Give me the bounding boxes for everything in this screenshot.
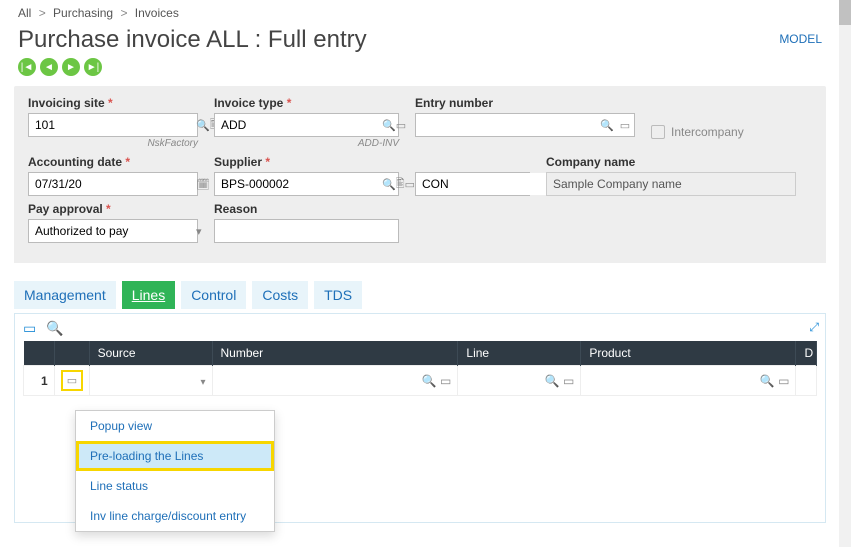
col-source[interactable]: Source <box>89 341 212 366</box>
search-icon[interactable]: 🔍 <box>196 119 210 132</box>
supplier-input[interactable] <box>215 173 382 195</box>
invoice-type-sub: ADD-INV <box>214 138 399 149</box>
supplier-short-field[interactable]: 🔍 ▭ <box>415 172 530 196</box>
row-number: 1 <box>24 366 55 396</box>
tab-tds[interactable]: TDS <box>314 281 362 309</box>
menu-popup-view[interactable]: Popup view <box>76 411 274 441</box>
label-accounting-date: Accounting date <box>28 155 198 169</box>
expand-icon[interactable]: ⤢ <box>809 320 819 335</box>
record-nav: |◄ ◄ ► ►| <box>0 58 840 86</box>
page-title: Purchase invoice ALL : Full entry <box>18 26 367 54</box>
cell-line[interactable]: 🔍 ▭ <box>458 366 581 396</box>
menu-line-status[interactable]: Line status <box>76 471 274 501</box>
label-supplier: Supplier <box>214 155 399 169</box>
card-icon[interactable]: ▭ <box>396 119 406 132</box>
card-icon[interactable]: ▭ <box>405 178 415 191</box>
cell-product[interactable]: 🔍 ▭ <box>581 366 796 396</box>
card-icon[interactable]: ▭ <box>616 119 634 132</box>
search-icon[interactable]: 🔍 <box>382 119 396 132</box>
company-name-field: Sample Company name <box>546 172 796 196</box>
tab-management[interactable]: Management <box>14 281 116 309</box>
model-link[interactable]: MODEL <box>779 32 822 46</box>
menu-inv-charge-discount[interactable]: Inv line charge/discount entry <box>76 501 274 531</box>
grid-header-row: Source Number Line Product D <box>24 341 817 366</box>
table-row[interactable]: 1 ▭ ▾ 🔍 ▭ 🔍 ▭ 🔍 ▭ <box>24 366 817 396</box>
search-icon[interactable]: 🔍 <box>382 178 396 191</box>
pay-approval-input[interactable] <box>29 220 196 242</box>
supplier-field[interactable]: 🔍 🖺 ▭ <box>214 172 399 196</box>
action-icon[interactable]: 🖺 <box>396 175 405 194</box>
search-icon[interactable]: 🔍 <box>46 320 63 337</box>
breadcrumb-purchasing[interactable]: Purchasing <box>53 6 113 20</box>
breadcrumb: All > Purchasing > Invoices <box>0 0 840 20</box>
cell-number[interactable]: 🔍 ▭ <box>212 366 458 396</box>
label-company-name: Company name <box>546 155 796 169</box>
label-pay-approval: Pay approval <box>28 202 198 216</box>
tab-lines[interactable]: Lines <box>122 281 175 309</box>
col-line[interactable]: Line <box>458 341 581 366</box>
header-form: Invoicing site 🔍 🖺 ▭ NskFactory Invoice … <box>14 86 826 263</box>
cell-d[interactable] <box>796 366 817 396</box>
vertical-scrollbar[interactable] <box>839 0 851 547</box>
label-entry-number: Entry number <box>415 96 635 110</box>
breadcrumb-all[interactable]: All <box>18 6 31 20</box>
nav-last-icon[interactable]: ►| <box>84 58 102 76</box>
accounting-date-input[interactable] <box>29 173 196 195</box>
invoice-type-field[interactable]: 🔍 ▭ <box>214 113 399 137</box>
breadcrumb-invoices[interactable]: Invoices <box>135 6 179 20</box>
col-blank2 <box>54 341 89 366</box>
label-invoicing-site: Invoicing site <box>28 96 198 110</box>
card-icon[interactable]: ▭ <box>23 320 36 337</box>
lines-grid: Source Number Line Product D 1 ▭ ▾ � <box>23 341 817 396</box>
search-icon[interactable]: 🔍 <box>598 119 616 132</box>
invoicing-site-field[interactable]: 🔍 🖺 ▭ <box>28 113 198 137</box>
menu-preloading-lines[interactable]: Pre-loading the Lines <box>76 441 274 471</box>
reason-input[interactable] <box>215 220 398 242</box>
card-icon[interactable]: ▭ <box>67 374 77 387</box>
col-product[interactable]: Product <box>581 341 796 366</box>
tab-costs[interactable]: Costs <box>252 281 308 309</box>
tab-bar: Management Lines Control Costs TDS <box>14 281 826 309</box>
chevron-down-icon[interactable]: ▾ <box>196 225 202 238</box>
nav-prev-icon[interactable]: ◄ <box>40 58 58 76</box>
reason-field[interactable] <box>214 219 399 243</box>
nav-first-icon[interactable]: |◄ <box>18 58 36 76</box>
nav-next-icon[interactable]: ► <box>62 58 80 76</box>
col-d[interactable]: D <box>796 341 817 366</box>
pay-approval-field[interactable]: ▾ <box>28 219 198 243</box>
row-context-menu: Popup view Pre-loading the Lines Line st… <box>75 410 275 532</box>
entry-number-field[interactable]: 🔍 ▭ <box>415 113 635 137</box>
label-intercompany: Intercompany <box>671 125 744 139</box>
invoicing-site-input[interactable] <box>29 114 196 136</box>
invoicing-site-sub: NskFactory <box>28 138 198 149</box>
intercompany-checkbox[interactable] <box>651 125 665 139</box>
label-reason: Reason <box>214 202 399 216</box>
col-blank1 <box>24 341 55 366</box>
cell-source[interactable]: ▾ <box>89 366 212 396</box>
tab-control[interactable]: Control <box>181 281 246 309</box>
invoice-type-input[interactable] <box>215 114 382 136</box>
label-invoice-type: Invoice type <box>214 96 399 110</box>
accounting-date-field[interactable]: 🗓 <box>28 172 198 196</box>
entry-number-input[interactable] <box>416 114 598 136</box>
col-number[interactable]: Number <box>212 341 458 366</box>
row-actions-button[interactable]: ▭ <box>61 370 83 391</box>
calendar-icon[interactable]: 🗓 <box>196 178 210 191</box>
